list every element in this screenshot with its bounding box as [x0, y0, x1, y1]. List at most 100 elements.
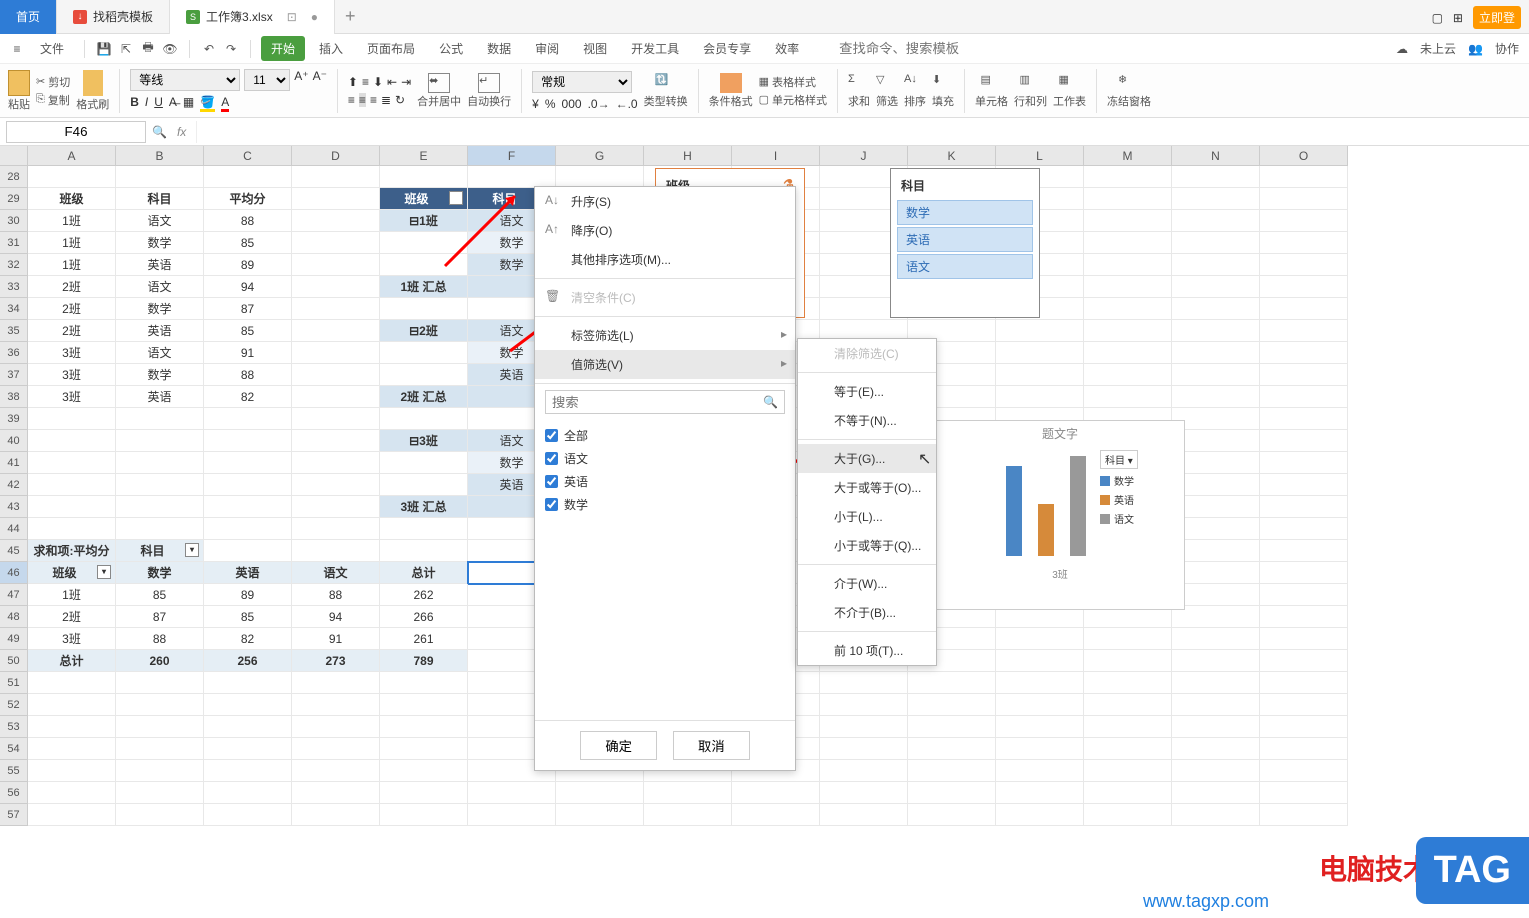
- row-header-38[interactable]: 38: [0, 386, 28, 408]
- cell-C42[interactable]: [204, 474, 292, 496]
- cell-O55[interactable]: [1260, 760, 1348, 782]
- col-header-L[interactable]: L: [996, 146, 1084, 166]
- cell-C31[interactable]: 85: [204, 232, 292, 254]
- cell-D33[interactable]: [292, 276, 380, 298]
- cell-E54[interactable]: [380, 738, 468, 760]
- cell-L35[interactable]: [996, 320, 1084, 342]
- percent-icon[interactable]: %: [545, 97, 556, 111]
- file-menu[interactable]: 文件: [30, 36, 74, 61]
- cell-O52[interactable]: [1260, 694, 1348, 716]
- cell-N47[interactable]: [1172, 584, 1260, 606]
- select-all-corner[interactable]: [0, 146, 28, 166]
- cell-D48[interactable]: 94: [292, 606, 380, 628]
- cell-J54[interactable]: [820, 738, 908, 760]
- cell-A45[interactable]: 求和项:平均分: [28, 540, 116, 562]
- cell-D50[interactable]: 273: [292, 650, 380, 672]
- cell-D45[interactable]: [292, 540, 380, 562]
- col-header-O[interactable]: O: [1260, 146, 1348, 166]
- cell-A40[interactable]: [28, 430, 116, 452]
- export-icon[interactable]: ⇱: [117, 40, 135, 58]
- merge-button[interactable]: ⬌合并居中: [417, 73, 461, 109]
- cell-N40[interactable]: [1172, 430, 1260, 452]
- cell-C34[interactable]: 87: [204, 298, 292, 320]
- cell-E45[interactable]: [380, 540, 468, 562]
- cell-I57[interactable]: [732, 804, 820, 826]
- row-header-47[interactable]: 47: [0, 584, 28, 606]
- cell-N50[interactable]: [1172, 650, 1260, 672]
- cell-E48[interactable]: 266: [380, 606, 468, 628]
- cell-E57[interactable]: [380, 804, 468, 826]
- cell-O51[interactable]: [1260, 672, 1348, 694]
- col-header-E[interactable]: E: [380, 146, 468, 166]
- cell-O30[interactable]: [1260, 210, 1348, 232]
- decrease-font-icon[interactable]: A⁻: [313, 69, 327, 91]
- cell-C37[interactable]: 88: [204, 364, 292, 386]
- cell-M56[interactable]: [1084, 782, 1172, 804]
- row-header-43[interactable]: 43: [0, 496, 28, 518]
- row-header-37[interactable]: 37: [0, 364, 28, 386]
- cell-M55[interactable]: [1084, 760, 1172, 782]
- cell-N38[interactable]: [1172, 386, 1260, 408]
- col-header-B[interactable]: B: [116, 146, 204, 166]
- strike-icon[interactable]: A̶: [169, 95, 177, 112]
- increase-font-icon[interactable]: A⁺: [294, 69, 308, 91]
- row-header-39[interactable]: 39: [0, 408, 28, 430]
- menu-member[interactable]: 会员专享: [693, 36, 761, 61]
- cell-L36[interactable]: [996, 342, 1084, 364]
- cell-B46[interactable]: 数学: [116, 562, 204, 584]
- cell-C54[interactable]: [204, 738, 292, 760]
- cell-M36[interactable]: [1084, 342, 1172, 364]
- cell-style-button[interactable]: ▢ 单元格样式: [759, 92, 827, 108]
- row-header-51[interactable]: 51: [0, 672, 28, 694]
- cell-A51[interactable]: [28, 672, 116, 694]
- cell-C39[interactable]: [204, 408, 292, 430]
- cell-B51[interactable]: [116, 672, 204, 694]
- cancel-button[interactable]: 取消: [673, 731, 750, 760]
- cell-B53[interactable]: [116, 716, 204, 738]
- menu-efficiency[interactable]: 效率: [765, 36, 809, 61]
- cell-J56[interactable]: [820, 782, 908, 804]
- menu-view[interactable]: 视图: [573, 36, 617, 61]
- cell-C38[interactable]: 82: [204, 386, 292, 408]
- row-header-48[interactable]: 48: [0, 606, 28, 628]
- row-header-34[interactable]: 34: [0, 298, 28, 320]
- cell-D40[interactable]: [292, 430, 380, 452]
- cell-D32[interactable]: [292, 254, 380, 276]
- cell-N39[interactable]: [1172, 408, 1260, 430]
- cell-D30[interactable]: [292, 210, 380, 232]
- eq-item[interactable]: 等于(E)...: [798, 377, 936, 406]
- filter-button[interactable]: ▽筛选: [876, 73, 898, 109]
- cell-N48[interactable]: [1172, 606, 1260, 628]
- cell-L37[interactable]: [996, 364, 1084, 386]
- value-filter-item[interactable]: 值筛选(V): [535, 350, 795, 379]
- fill-color-icon[interactable]: 🪣: [200, 95, 215, 112]
- cell-O33[interactable]: [1260, 276, 1348, 298]
- preview-icon[interactable]: 👁: [161, 40, 179, 58]
- cell-M35[interactable]: [1084, 320, 1172, 342]
- cell-N49[interactable]: [1172, 628, 1260, 650]
- cell-E31[interactable]: [380, 232, 468, 254]
- cell-B41[interactable]: [116, 452, 204, 474]
- cell-B57[interactable]: [116, 804, 204, 826]
- cell-E29[interactable]: 班级▾: [380, 188, 468, 210]
- cell-A30[interactable]: 1班: [28, 210, 116, 232]
- cell-E35[interactable]: ⊟2班: [380, 320, 468, 342]
- chart-legend-label[interactable]: 科目 ▾: [1100, 450, 1138, 469]
- gt-item[interactable]: 大于(G)...: [798, 444, 936, 473]
- cell-C41[interactable]: [204, 452, 292, 474]
- cell-B32[interactable]: 英语: [116, 254, 204, 276]
- tab-home[interactable]: 首页: [0, 0, 57, 34]
- cell-N34[interactable]: [1172, 298, 1260, 320]
- cell-G56[interactable]: [556, 782, 644, 804]
- cell-E52[interactable]: [380, 694, 468, 716]
- cell-E43[interactable]: 3班 汇总: [380, 496, 468, 518]
- cell-M49[interactable]: [1084, 628, 1172, 650]
- cell-E47[interactable]: 262: [380, 584, 468, 606]
- cell-G57[interactable]: [556, 804, 644, 826]
- zoom-icon[interactable]: 🔍: [152, 125, 167, 139]
- col-header-I[interactable]: I: [732, 146, 820, 166]
- slicer-subject[interactable]: 科目 数学 英语 语文: [890, 168, 1040, 318]
- cell-D49[interactable]: 91: [292, 628, 380, 650]
- cell-N54[interactable]: [1172, 738, 1260, 760]
- cell-M54[interactable]: [1084, 738, 1172, 760]
